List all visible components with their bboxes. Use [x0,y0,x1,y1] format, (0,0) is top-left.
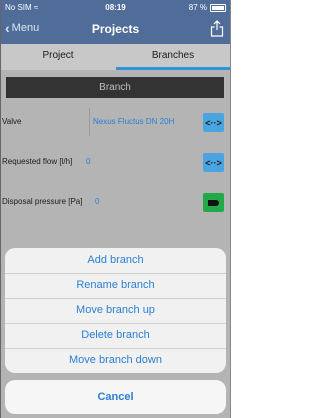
status-bar: No SIM ≈ 08:19 87 % [1,0,230,15]
requested-flow-label: Requested flow [l/h] [2,157,73,166]
battery-icon [210,3,226,12]
cancel-button[interactable]: Cancel [5,380,226,414]
battery-indicator: 87 % [189,3,226,12]
frame-margin [231,0,249,418]
disposal-pressure-label: Disposal pressure [Pa] [2,197,83,206]
navigation-bar: ‹ Menu Projects [1,15,230,44]
delete-branch-button[interactable]: Delete branch [5,323,226,348]
valve-row: Valve Nexus Fluctus DN 20H <··> [1,104,230,140]
tab-branches[interactable]: Branches [116,44,230,70]
section-header: Branch [6,77,224,98]
tag-icon [208,199,219,206]
move-branch-down-button[interactable]: Move branch down [5,348,226,373]
tab-bar: Project Branches [1,44,230,70]
valve-value[interactable]: Nexus Fluctus DN 20H [93,104,174,140]
tab-project[interactable]: Project [1,44,115,70]
disposal-pressure-value[interactable]: 0 [95,184,99,220]
row-divider [89,108,90,136]
frame-border-right [230,0,231,418]
share-icon[interactable] [210,20,224,37]
move-branch-up-button[interactable]: Move branch up [5,298,226,323]
requested-flow-button[interactable]: <··> [203,153,224,172]
rename-branch-button[interactable]: Rename branch [5,273,226,298]
exchange-icon: <··> [205,117,222,128]
battery-percent: 87 % [188,3,207,12]
requested-flow-row: Requested flow [l/h] 0 <··> [1,144,230,180]
action-sheet: Add branch Rename branch Move branch up … [5,248,226,373]
add-branch-button[interactable]: Add branch [5,248,226,273]
screenshot-frame: No SIM ≈ 08:19 87 % ‹ Menu Projects Proj… [0,0,249,418]
valve-select-button[interactable]: <··> [203,113,224,132]
disposal-pressure-button[interactable] [203,193,224,212]
valve-label: Valve [2,117,22,126]
requested-flow-value[interactable]: 0 [86,144,90,180]
phone-screen: No SIM ≈ 08:19 87 % ‹ Menu Projects Proj… [1,0,230,418]
frame-border-left [0,0,1,418]
disposal-pressure-row: Disposal pressure [Pa] 0 [1,184,230,220]
page-title: Projects [91,22,140,36]
exchange-icon: <··> [205,157,222,168]
